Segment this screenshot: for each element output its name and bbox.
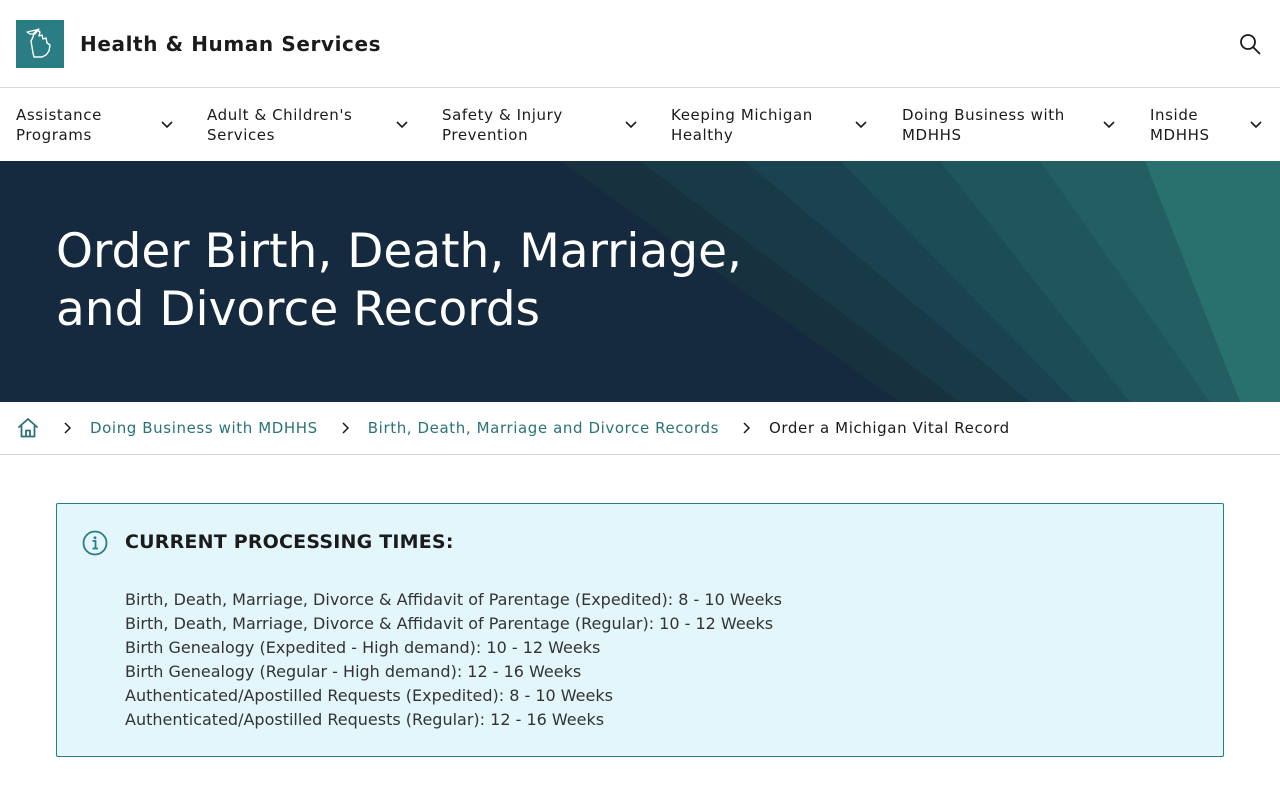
chevron-down-icon	[855, 121, 867, 129]
site-title[interactable]: Health & Human Services	[80, 32, 381, 56]
hero-banner: Order Birth, Death, Marriage, and Divorc…	[0, 161, 1280, 402]
chevron-right-icon	[738, 420, 754, 436]
nav-item-label: Adult & Children's Services	[207, 105, 353, 144]
breadcrumb-current: Order a Michigan Vital Record	[769, 419, 1010, 437]
chevron-down-icon	[625, 121, 637, 129]
michigan-state-icon[interactable]	[16, 19, 64, 68]
processing-times-alert: CURRENT PROCESSING TIMES: Birth, Death, …	[56, 503, 1224, 757]
search-icon[interactable]	[1236, 30, 1264, 58]
alert-heading: CURRENT PROCESSING TIMES:	[125, 531, 454, 553]
chevron-down-icon	[1103, 121, 1115, 129]
nav-item-inside-mdhhs[interactable]: Inside MDHHS	[1150, 88, 1268, 161]
chevron-down-icon	[396, 121, 408, 129]
nav-item-label: Keeping Michigan Healthy	[671, 105, 813, 144]
breadcrumb-link-records[interactable]: Birth, Death, Marriage and Divorce Recor…	[368, 419, 719, 437]
main-nav: Assistance Programs Adult & Children's S…	[0, 88, 1280, 161]
chevron-down-icon	[1250, 121, 1262, 129]
breadcrumb: Doing Business with MDHHS Birth, Death, …	[0, 402, 1280, 455]
nav-item-label: Doing Business with MDHHS	[902, 105, 1065, 144]
nav-item-label: Inside MDHHS	[1150, 105, 1210, 144]
home-icon[interactable]	[16, 416, 40, 440]
nav-item-label: Safety & Injury Prevention	[442, 105, 563, 144]
info-icon	[82, 530, 108, 556]
nav-item-keeping-michigan-healthy[interactable]: Keeping Michigan Healthy	[671, 88, 871, 161]
chevron-right-icon	[337, 420, 353, 436]
nav-item-adult-childrens-services[interactable]: Adult & Children's Services	[207, 88, 412, 161]
list-item: Birth, Death, Marriage, Divorce & Affida…	[125, 590, 783, 609]
nav-item-doing-business[interactable]: Doing Business with MDHHS	[902, 88, 1122, 161]
list-item: Authenticated/Apostilled Requests (Regul…	[125, 710, 605, 729]
breadcrumb-link-doing-business[interactable]: Doing Business with MDHHS	[90, 419, 318, 437]
nav-item-safety-injury-prevention[interactable]: Safety & Injury Prevention	[442, 88, 642, 161]
chevron-right-icon	[59, 420, 75, 436]
chevron-down-icon	[161, 121, 173, 129]
page-title: Order Birth, Death, Marriage, and Divorc…	[56, 224, 742, 337]
list-item: Birth Genealogy (Expedited - High demand…	[125, 638, 601, 657]
list-item: Birth Genealogy (Regular - High demand):…	[125, 662, 582, 681]
nav-item-assistance-programs[interactable]: Assistance Programs	[16, 88, 176, 161]
list-item: Birth, Death, Marriage, Divorce & Affida…	[125, 614, 774, 633]
site-header: Health & Human Services	[0, 0, 1280, 88]
list-item: Authenticated/Apostilled Requests (Exped…	[125, 686, 613, 705]
nav-item-label: Assistance Programs	[16, 105, 102, 144]
processing-times-list: Birth, Death, Marriage, Divorce & Affida…	[125, 588, 782, 732]
